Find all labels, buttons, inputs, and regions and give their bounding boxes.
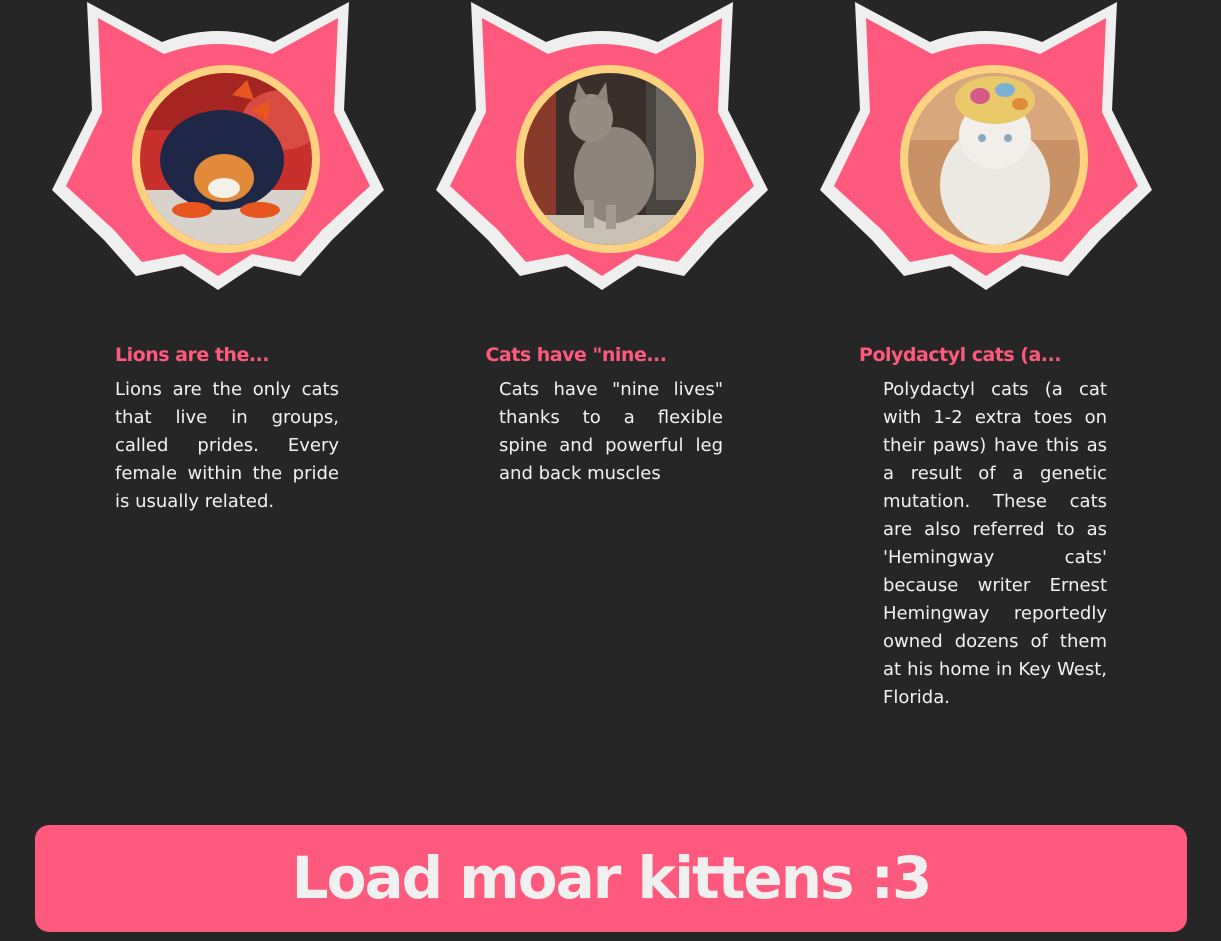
card-title: Cats have "nine... xyxy=(485,344,667,366)
load-more-button[interactable]: Load moar kittens :3 xyxy=(35,825,1187,932)
card-text: Cats have "nine lives" thanks to a flexi… xyxy=(499,379,723,484)
cat-badge xyxy=(32,0,404,296)
card-text: Lions are the only cats that live in gro… xyxy=(115,379,339,512)
card-title: Lions are the... xyxy=(115,344,269,366)
card-text: Polydactyl cats (a cat with 1-2 extra to… xyxy=(883,379,1107,708)
cat-badge xyxy=(800,0,1172,296)
card-title: Polydactyl cats (a... xyxy=(859,344,1061,366)
cat-badge xyxy=(416,0,788,296)
